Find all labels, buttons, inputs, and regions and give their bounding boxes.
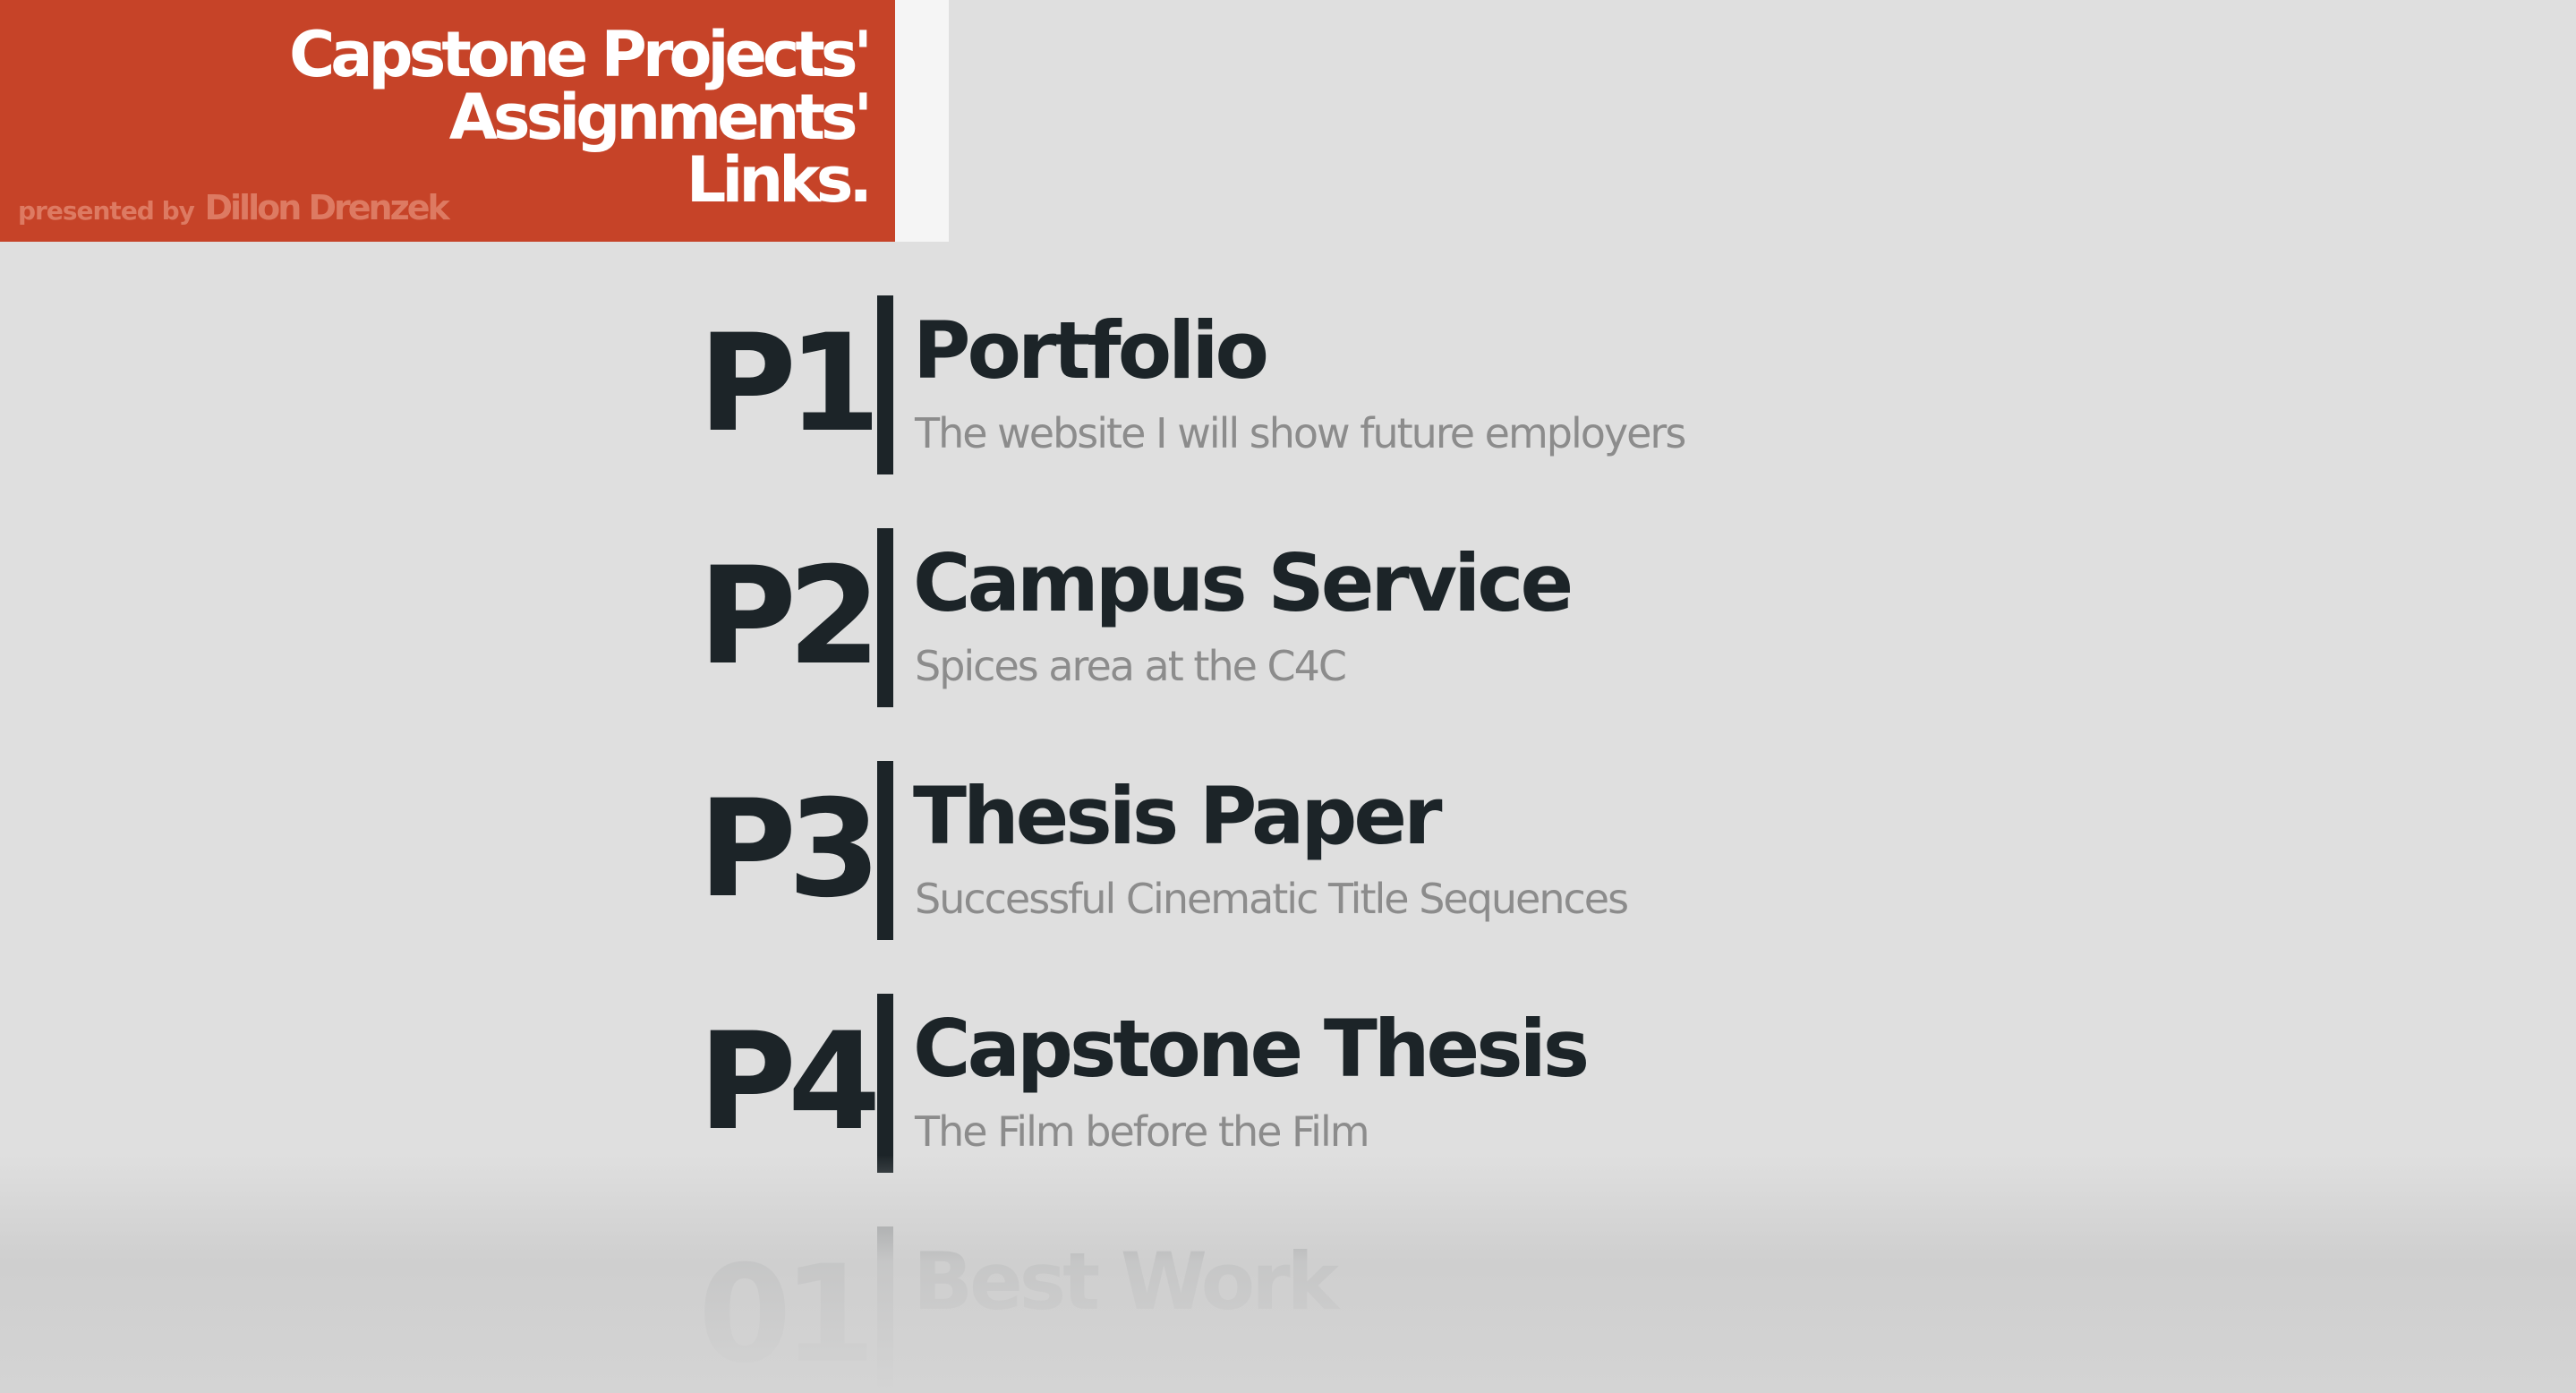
- project-subtitle: Successful Cinematic Title Sequences: [915, 875, 1629, 923]
- project-divider: [877, 528, 893, 707]
- project-divider: [877, 295, 893, 474]
- project-title: Best Work: [913, 1235, 1339, 1328]
- project-code: P3: [698, 772, 881, 927]
- project-link-p3[interactable]: P3 Thesis Paper Successful Cinematic Tit…: [698, 761, 1951, 940]
- project-code: P2: [698, 539, 881, 695]
- page-title: Capstone Projects' Assignments' Links.: [288, 18, 873, 211]
- project-title: Capstone Thesis: [913, 1003, 1590, 1095]
- project-subtitle: Spices area at the C4C: [915, 642, 1347, 690]
- project-link-p4[interactable]: P4 Capstone Thesis The Film before the F…: [698, 994, 1951, 1173]
- project-link-p1[interactable]: P1 Portfolio The website I will show fut…: [698, 295, 1951, 474]
- title-line-2: Assignments': [448, 81, 873, 154]
- project-code: 01: [698, 1237, 876, 1393]
- project-link-best-work[interactable]: 01 Best Work: [698, 1226, 1951, 1393]
- project-title: Campus Service: [913, 537, 1574, 629]
- project-title: Thesis Paper: [913, 770, 1443, 862]
- project-subtitle: The website I will show future employers: [915, 409, 1686, 457]
- project-link-p2[interactable]: P2 Campus Service Spices area at the C4C: [698, 528, 1951, 707]
- byline: presented by Dillon Drenzek: [18, 188, 450, 227]
- project-subtitle: The Film before the Film: [915, 1107, 1370, 1156]
- project-divider: [877, 761, 893, 940]
- title-line-1: Capstone Projects': [288, 18, 873, 91]
- header-banner: Capstone Projects' Assignments' Links. p…: [0, 0, 895, 242]
- presented-by-label: presented by: [18, 196, 195, 226]
- author-name: Dillon Drenzek: [204, 188, 449, 227]
- project-code: P1: [698, 306, 881, 462]
- project-title: Portfolio: [913, 304, 1269, 397]
- project-divider: [877, 1226, 893, 1393]
- page: Capstone Projects' Assignments' Links. p…: [0, 0, 2576, 1393]
- project-code: P4: [698, 1004, 881, 1160]
- project-divider: [877, 994, 893, 1173]
